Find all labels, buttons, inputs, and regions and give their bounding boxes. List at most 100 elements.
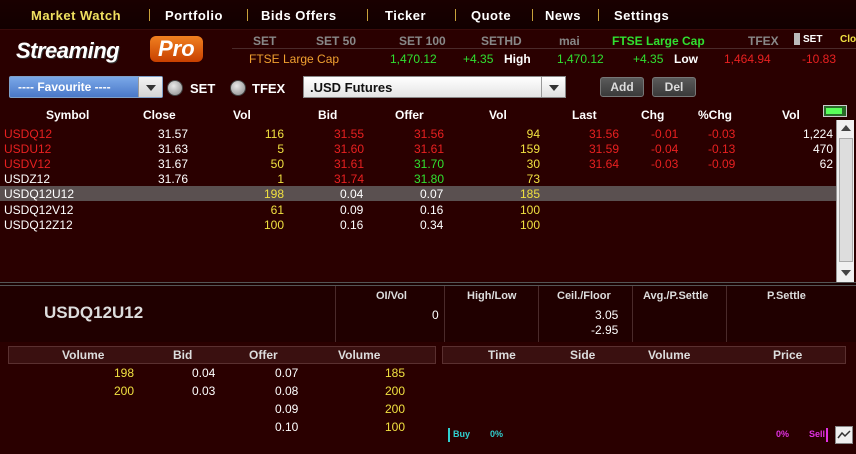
- cell-vol: 1,224: [802, 127, 833, 141]
- index-header-set50[interactable]: SET 50: [316, 34, 356, 48]
- cell-offer-vol: 185: [519, 187, 540, 201]
- index-change-3: -10.83: [802, 52, 837, 66]
- scroll-down-icon[interactable]: [841, 270, 851, 276]
- detail-cell-highlow: High/Low: [445, 286, 539, 342]
- bid-offer-row: 0.09 200: [0, 401, 440, 417]
- index-header-ftse[interactable]: FTSE Large Cap: [612, 34, 705, 48]
- toggle-icon[interactable]: [794, 33, 800, 45]
- menu-bids-offers[interactable]: Bids Offers: [261, 8, 337, 23]
- index-value-3: 1,464.94: [724, 52, 771, 66]
- detail-cell-psettle: P.Settle: [727, 286, 847, 342]
- bid-offer-header: Volume Bid Offer Volume: [8, 346, 436, 364]
- index-header-set-small: SET: [803, 34, 823, 45]
- index-header-set[interactable]: SET: [253, 34, 276, 48]
- ticks-header-volume: Volume: [648, 348, 691, 362]
- del-button[interactable]: Del: [652, 77, 696, 97]
- cell-chg: -0.04: [651, 142, 679, 156]
- index-change-1: +4.35: [463, 52, 494, 66]
- cell-bid: 0.09: [340, 203, 364, 217]
- cell-last: 31.59: [589, 142, 620, 156]
- bo-offer: 0.10: [275, 420, 299, 434]
- menu-separator: [149, 9, 150, 21]
- logo-pro-text: Pro: [150, 36, 203, 62]
- symbol-group-dropdown[interactable]: .USD Futures: [303, 76, 566, 98]
- grid-scrollbar[interactable]: [836, 120, 854, 282]
- index-header-mai[interactable]: mai: [559, 34, 580, 48]
- cell-symbol: USDQ12U12: [4, 187, 75, 201]
- bid-offer-row: 200 0.03 0.08 200: [0, 383, 440, 399]
- bo-bid: 0.03: [192, 384, 216, 398]
- cell-offer-vol: 100: [519, 218, 540, 232]
- cell-chg: -0.01: [651, 127, 679, 141]
- favourite-dropdown[interactable]: ---- Favourite ----: [9, 76, 163, 98]
- cell-close: 31.63: [158, 142, 189, 156]
- detail-cell-oivol: OI/Vol 0: [336, 286, 445, 342]
- chevron-down-icon[interactable]: [138, 77, 162, 97]
- bo-offer-volume: 100: [385, 420, 406, 434]
- cell-bid-vol: 100: [263, 218, 284, 232]
- index-value-1: 1,470.12: [390, 52, 437, 66]
- bo-header-bid: Bid: [173, 348, 193, 362]
- detail-label-avgsettle: Avg./P.Settle: [643, 290, 709, 302]
- menu-market-watch[interactable]: Market Watch: [31, 8, 121, 23]
- index-name: FTSE Large Cap: [249, 52, 340, 66]
- menu-separator: [598, 9, 599, 21]
- scroll-thumb[interactable]: [839, 138, 853, 262]
- table-row[interactable]: USDZ12 31.76 1 31.74 31.80 73: [0, 171, 836, 186]
- ticks-header-side: Side: [570, 348, 596, 362]
- ticks-header: Time Side Volume Price: [442, 346, 846, 364]
- index-header-set100[interactable]: SET 100: [399, 34, 446, 48]
- cell-offer: 31.80: [414, 172, 445, 186]
- radio-set[interactable]: [167, 80, 183, 96]
- table-row[interactable]: USDU12 31.63 5 31.60 31.61 159 31.59 -0.…: [0, 141, 836, 156]
- cell-offer-vol: 100: [519, 203, 540, 217]
- menu-ticker[interactable]: Ticker: [385, 8, 426, 23]
- index-value-2: 1,470.12: [557, 52, 604, 66]
- sell-percent: 0%: [776, 429, 790, 439]
- menu-portfolio[interactable]: Portfolio: [165, 8, 223, 23]
- cell-symbol: USDQ12V12: [4, 203, 74, 217]
- add-button[interactable]: Add: [600, 77, 644, 97]
- detail-value-floor: -2.95: [591, 323, 619, 337]
- bo-bid-volume: 200: [114, 384, 135, 398]
- chevron-down-icon[interactable]: [541, 77, 565, 97]
- market-watch-grid: USDQ12 31.57 116 31.55 31.56 94 31.56 -0…: [0, 106, 836, 282]
- index-header-sethd[interactable]: SETHD: [481, 34, 522, 48]
- detail-label-psettle: P.Settle: [767, 290, 806, 302]
- radio-tfex[interactable]: [230, 80, 246, 96]
- cell-vol: 62: [819, 157, 833, 171]
- table-row-selected[interactable]: USDQ12U12 198 0.04 0.07 185: [0, 186, 836, 201]
- cell-vol: 470: [812, 142, 833, 156]
- cell-symbol: USDU12: [4, 142, 52, 156]
- menu-separator: [247, 9, 248, 21]
- cell-offer: 0.16: [420, 203, 444, 217]
- buy-label: Buy: [453, 429, 471, 439]
- table-row[interactable]: USDQ12V12 61 0.09 0.16 100: [0, 202, 836, 217]
- cell-pchg: -0.13: [708, 142, 736, 156]
- cell-symbol: USDV12: [4, 157, 51, 171]
- bo-offer: 0.07: [275, 366, 299, 380]
- index-header-tfex[interactable]: TFEX: [748, 34, 779, 48]
- cell-close: 31.67: [158, 157, 189, 171]
- bo-bid-volume: 198: [114, 366, 135, 380]
- cell-bid-vol: 50: [270, 157, 284, 171]
- menu-settings[interactable]: Settings: [614, 8, 669, 23]
- logo-streaming-text: Streaming: [16, 38, 120, 63]
- cell-close: 31.76: [158, 172, 189, 186]
- bo-offer-volume: 200: [385, 384, 406, 398]
- cell-last: 31.56: [589, 127, 620, 141]
- menu-quote[interactable]: Quote: [471, 8, 511, 23]
- table-row[interactable]: USDV12 31.67 50 31.61 31.70 30 31.64 -0.…: [0, 156, 836, 171]
- menu-news[interactable]: News: [545, 8, 581, 23]
- chart-toggle-icon[interactable]: [835, 426, 853, 444]
- table-row[interactable]: USDQ12Z12 100 0.16 0.34 100: [0, 217, 836, 232]
- cell-offer-vol: 30: [526, 157, 540, 171]
- table-row[interactable]: USDQ12 31.57 116 31.55 31.56 94 31.56 -0…: [0, 126, 836, 141]
- index-header-close: Clo: [840, 34, 856, 45]
- detail-symbol: USDQ12U12: [44, 303, 144, 322]
- detail-cell-ceilfloor: Ceil./Floor 3.05 -2.95: [539, 286, 633, 342]
- cell-pchg: -0.03: [708, 127, 736, 141]
- detail-label-ceilfloor: Ceil./Floor: [557, 290, 611, 302]
- scroll-up-icon[interactable]: [841, 125, 851, 131]
- bo-offer-volume: 200: [385, 402, 406, 416]
